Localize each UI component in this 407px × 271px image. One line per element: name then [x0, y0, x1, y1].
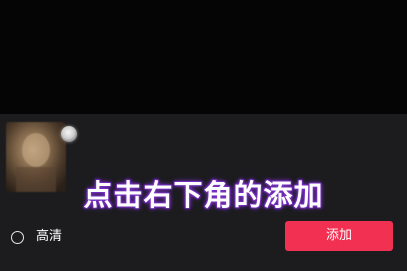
media-selection-panel: 点击右下角的添加 高清 添加 [0, 114, 407, 271]
instruction-caption: 点击右下角的添加 [83, 178, 324, 212]
radio-unchecked-icon[interactable] [11, 230, 24, 244]
hd-quality-option[interactable]: 高清 [11, 228, 62, 246]
selection-badge-icon[interactable] [61, 126, 77, 142]
video-preview-area [0, 0, 407, 114]
add-button[interactable]: 添加 [285, 221, 393, 251]
hd-option-label: 高清 [36, 229, 63, 244]
